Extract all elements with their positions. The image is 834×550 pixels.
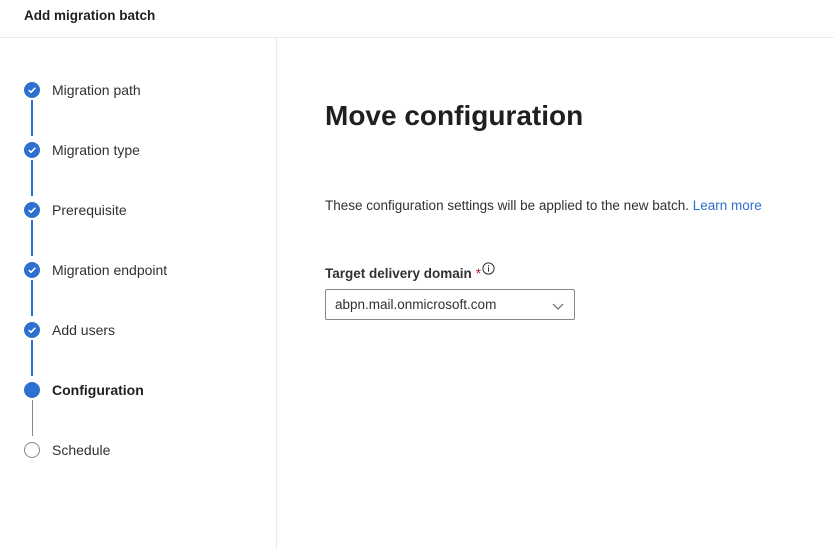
wizard-steps: Migration path Migration type Prerequisi…: [0, 38, 277, 550]
step-label: Prerequisite: [52, 202, 127, 218]
learn-more-link[interactable]: Learn more: [693, 198, 762, 213]
description: These configuration settings will be app…: [325, 198, 762, 213]
checkmark-icon: [24, 82, 40, 98]
step-connector: [31, 400, 33, 436]
panel-title: Add migration batch: [24, 8, 156, 23]
field-label-text: Target delivery domain: [325, 266, 472, 281]
checkmark-icon: [24, 202, 40, 218]
step-label: Migration path: [52, 82, 141, 98]
checkmark-icon: [24, 142, 40, 158]
step-connector: [31, 160, 33, 196]
required-indicator: *: [475, 266, 482, 281]
main-content: Move configuration These configuration s…: [278, 38, 834, 550]
step-connector: [31, 280, 33, 316]
step-label: Schedule: [52, 442, 111, 458]
chevron-down-icon: [552, 299, 564, 311]
step-migration-type[interactable]: Migration type: [24, 140, 264, 160]
description-text: These configuration settings will be app…: [325, 198, 693, 213]
dropdown-selected-value: abpn.mail.onmicrosoft.com: [335, 297, 497, 312]
step-connector: [31, 340, 33, 376]
step-migration-endpoint[interactable]: Migration endpoint: [24, 260, 264, 280]
step-label: Add users: [52, 322, 116, 338]
step-prerequisite[interactable]: Prerequisite: [24, 200, 264, 220]
step-schedule[interactable]: Schedule: [24, 440, 264, 460]
step-label: Migration endpoint: [52, 262, 168, 278]
step-add-users[interactable]: Add users: [24, 320, 264, 340]
target-delivery-domain-dropdown[interactable]: abpn.mail.onmicrosoft.com: [325, 289, 575, 320]
panel-header: Add migration batch: [0, 0, 834, 38]
target-delivery-domain-label: Target delivery domain *: [325, 262, 495, 281]
step-label: Configuration: [52, 382, 144, 398]
step-connector: [31, 100, 33, 136]
page-title: Move configuration: [325, 100, 584, 131]
step-configuration[interactable]: Configuration: [24, 380, 264, 400]
pending-step-icon: [24, 442, 40, 458]
checkmark-icon: [24, 322, 40, 338]
step-migration-path[interactable]: Migration path: [24, 80, 264, 100]
step-connector: [31, 220, 33, 256]
current-step-icon: [24, 382, 40, 398]
checkmark-icon: [24, 262, 40, 278]
info-icon[interactable]: [482, 262, 495, 275]
step-label: Migration type: [52, 142, 140, 158]
